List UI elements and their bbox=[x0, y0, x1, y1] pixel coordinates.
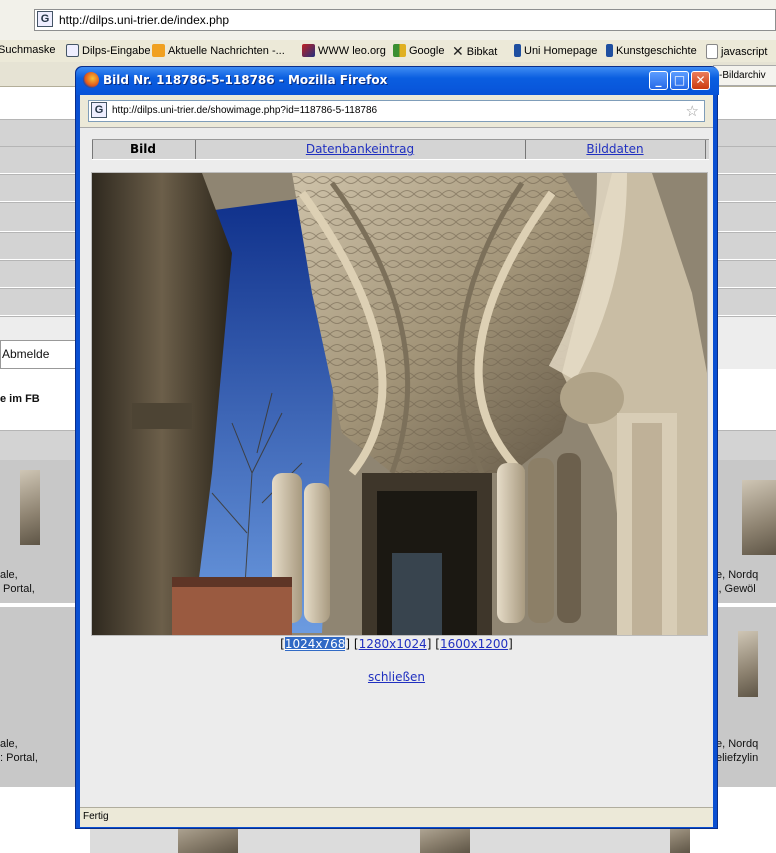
maximize-button[interactable]: □ bbox=[670, 71, 689, 90]
cathedral-portal-photo[interactable] bbox=[92, 173, 707, 635]
bookmark-label: Kunstgeschichte bbox=[616, 44, 697, 57]
uni-trier-icon bbox=[514, 44, 521, 57]
close-icon: ✕ bbox=[695, 73, 706, 87]
thumbnail-caption: e, Nordq eliefzylin bbox=[716, 738, 759, 764]
background-row bbox=[0, 146, 80, 173]
bookmark-label: Aktuelle Nachrichten -... bbox=[168, 44, 285, 57]
background-row bbox=[0, 232, 80, 259]
popup-address-bar[interactable]: G http://dilps.uni-trier.de/showimage.ph… bbox=[88, 100, 705, 122]
bookmark-uni-homepage[interactable]: Uni Homepage bbox=[514, 44, 597, 57]
thumbnail-cell: ale, Portal, bbox=[0, 460, 80, 603]
bookmark-label: Uni Homepage bbox=[524, 44, 598, 57]
background-row bbox=[0, 316, 80, 341]
background-row bbox=[0, 430, 80, 461]
bookmark-label: Dilps-Eingabe bbox=[82, 44, 151, 57]
background-row bbox=[0, 174, 80, 201]
site-favicon-icon bbox=[66, 44, 79, 57]
minimize-button[interactable]: _ bbox=[649, 71, 668, 90]
background-row bbox=[714, 316, 776, 369]
status-bar: Fertig bbox=[80, 807, 713, 827]
thumbnail-image[interactable] bbox=[20, 470, 40, 545]
thumbnail-caption: ale, Portal, bbox=[0, 569, 35, 595]
status-text: Fertig bbox=[83, 811, 109, 822]
bookmarks-toolbar: Suchmaske Dilps-Eingabe Aktuelle Nachric… bbox=[0, 40, 776, 63]
thumbnail-cell: e, Nordq l, Gewöl bbox=[714, 460, 776, 603]
background-row bbox=[714, 174, 776, 201]
background-toolbar: G http://dilps.uni-trier.de/index.php bbox=[0, 0, 776, 40]
tab-bilddaten[interactable]: Bilddaten bbox=[526, 142, 704, 156]
resolution-1600-link[interactable]: 1600x1200 bbox=[440, 637, 508, 651]
page-icon bbox=[706, 44, 718, 59]
resolution-1024-link[interactable]: 1024x768 bbox=[284, 637, 346, 651]
popup-title: Bild Nr. 118786-5-118786 - Mozilla Firef… bbox=[103, 73, 388, 87]
bookmark-aktuelle-nachrichten[interactable]: Aktuelle Nachrichten -... bbox=[152, 44, 285, 57]
close-window-button[interactable]: ✕ bbox=[691, 71, 710, 90]
logout-label: Abmelde bbox=[2, 347, 50, 361]
resolution-options: [1024x768] [1280x1024] [1600x1200] bbox=[280, 637, 513, 651]
thumbnail-cell: ale, : Portal, bbox=[0, 607, 80, 787]
background-row bbox=[714, 260, 776, 287]
minimize-icon: _ bbox=[655, 73, 662, 87]
bookmark-kunstgeschichte[interactable]: Kunstgeschichte bbox=[606, 44, 697, 57]
background-tab-label: s-Bildarchiv bbox=[714, 70, 766, 81]
thumbnail-caption: e, Nordq l, Gewöl bbox=[716, 569, 759, 595]
background-row bbox=[0, 119, 80, 146]
popup-client-area: G http://dilps.uni-trier.de/showimage.ph… bbox=[80, 95, 713, 827]
thumbnail-image[interactable] bbox=[742, 480, 776, 555]
fb-heading: e im FB bbox=[0, 393, 40, 405]
firefox-icon bbox=[83, 72, 99, 88]
site-favicon-icon: G bbox=[91, 102, 107, 118]
rss-feed-icon bbox=[152, 44, 165, 57]
bookmark-label: Google bbox=[409, 44, 445, 57]
popup-title-bar[interactable]: Bild Nr. 118786-5-118786 - Mozilla Firef… bbox=[76, 67, 719, 95]
bookmark-label: javascript bbox=[721, 45, 768, 58]
image-tabs: Bild Datenbankeintrag Bilddaten bbox=[92, 139, 709, 160]
popup-url-text: http://dilps.uni-trier.de/showimage.php?… bbox=[112, 105, 378, 116]
background-row bbox=[714, 288, 776, 315]
image-frame bbox=[91, 172, 708, 636]
thumbnail-cell: e, Nordq eliefzylin bbox=[714, 607, 776, 787]
background-row bbox=[714, 430, 776, 461]
uni-trier-icon bbox=[606, 44, 613, 57]
bookmark-javascript[interactable]: javascript bbox=[706, 44, 767, 59]
bookmark-suchmaske[interactable]: Suchmaske bbox=[0, 44, 55, 56]
background-tab[interactable]: s-Bildarchiv bbox=[713, 65, 776, 86]
bookmark-bibkat[interactable]: ✕ Bibkat bbox=[452, 44, 497, 60]
popup-page: Bild Datenbankeintrag Bilddaten [1024x76… bbox=[80, 127, 713, 808]
background-address-bar[interactable]: G http://dilps.uni-trier.de/index.php bbox=[34, 9, 776, 31]
background-row bbox=[714, 146, 776, 173]
bibkat-icon: ✕ bbox=[452, 44, 464, 60]
bookmark-dilps-eingabe[interactable]: Dilps-Eingabe bbox=[66, 44, 150, 57]
bookmark-star-icon[interactable]: ☆ bbox=[686, 102, 699, 120]
bookmark-label: WWW leo.org bbox=[318, 44, 386, 57]
background-row bbox=[0, 288, 80, 315]
thumbnail-caption: ale, : Portal, bbox=[0, 738, 38, 764]
thumbnail-image[interactable] bbox=[738, 631, 758, 697]
site-favicon-icon: G bbox=[37, 11, 53, 27]
tab-divider bbox=[705, 140, 706, 159]
resolution-1280-link[interactable]: 1280x1024 bbox=[359, 637, 427, 651]
bookmark-label: Suchmaske bbox=[0, 44, 56, 56]
bookmark-leo[interactable]: WWW leo.org bbox=[302, 44, 386, 57]
background-row bbox=[0, 202, 80, 231]
tab-bild[interactable]: Bild bbox=[92, 142, 194, 156]
google-icon bbox=[393, 44, 406, 57]
bookmark-label: Bibkat bbox=[466, 46, 498, 58]
image-popup-window: Bild Nr. 118786-5-118786 - Mozilla Firef… bbox=[75, 66, 719, 829]
bookmark-google[interactable]: Google bbox=[393, 44, 444, 57]
background-row bbox=[0, 260, 80, 287]
flag-icon bbox=[302, 44, 315, 57]
background-row bbox=[714, 119, 776, 146]
close-link[interactable]: schließen bbox=[80, 670, 713, 684]
tab-datenbankeintrag[interactable]: Datenbankeintrag bbox=[196, 142, 524, 156]
logout-button[interactable]: Abmelde bbox=[0, 340, 80, 369]
background-row bbox=[714, 232, 776, 259]
background-row bbox=[714, 202, 776, 231]
background-url-text: http://dilps.uni-trier.de/index.php bbox=[59, 13, 230, 27]
maximize-icon: □ bbox=[673, 73, 686, 87]
